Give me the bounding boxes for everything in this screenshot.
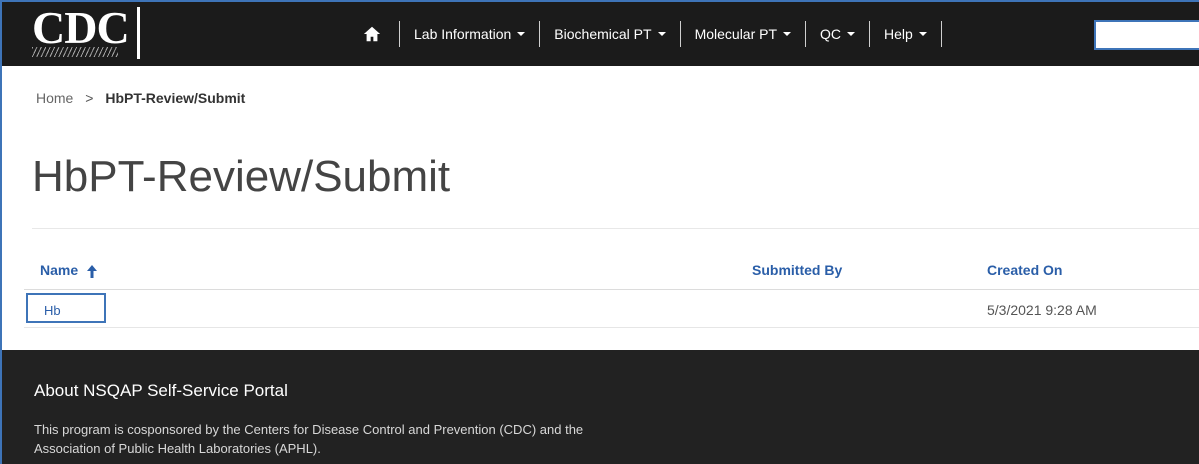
nav-divider (679, 21, 681, 47)
table-row-divider (24, 327, 1199, 328)
footer-description: This program is cosponsored by the Cente… (34, 422, 584, 456)
nav-divider (539, 21, 541, 47)
nav-label: Molecular PT (694, 26, 778, 42)
top-navbar: CDC Lab Information Biochemical PT Molec… (2, 2, 1199, 66)
nav-label: Biochemical PT (554, 26, 652, 42)
caret-down-icon (517, 32, 526, 36)
footer: About NSQAP Self-Service Portal This pro… (2, 350, 1199, 464)
nav-biochemical-pt[interactable]: Biochemical PT (554, 26, 666, 42)
page-title: HbPT-Review/Submit (32, 152, 451, 201)
breadcrumb: Home > HbPT-Review/Submit (36, 90, 245, 106)
column-header-label: Created On (987, 262, 1063, 278)
breadcrumb-separator: > (85, 90, 94, 106)
column-header-name[interactable]: Name (40, 262, 98, 278)
nav-label: Help (884, 26, 913, 42)
row-created-on: 5/3/2021 9:28 AM (987, 302, 1097, 318)
row-name-link[interactable]: Hb (26, 293, 106, 323)
breadcrumb-home-link[interactable]: Home (36, 90, 73, 106)
caret-down-icon (918, 32, 927, 36)
nav-lab-information[interactable]: Lab Information (414, 26, 526, 42)
caret-down-icon (657, 32, 666, 36)
table-header-divider (24, 289, 1199, 290)
nav-label: QC (820, 26, 842, 42)
logo-stripes (32, 47, 118, 57)
column-header-label: Name (40, 262, 79, 278)
caret-down-icon (783, 32, 792, 36)
nav-help[interactable]: Help (884, 26, 927, 42)
nav-divider (399, 21, 400, 47)
page-frame: CDC Lab Information Biochemical PT Molec… (0, 0, 1199, 464)
nav-divider (869, 21, 871, 47)
title-divider (32, 228, 1199, 229)
nav-divider (940, 21, 942, 47)
home-icon (363, 26, 381, 42)
nav-menu: Lab Information Biochemical PT Molecular… (359, 2, 956, 66)
sort-ascending-icon (87, 264, 98, 278)
caret-down-icon (847, 32, 856, 36)
breadcrumb-current: HbPT-Review/Submit (105, 90, 246, 106)
column-header-label: Submitted By (752, 262, 843, 278)
footer-title: About NSQAP Self-Service Portal (34, 381, 288, 400)
search-input[interactable] (1094, 20, 1199, 50)
home-link[interactable] (359, 25, 385, 43)
cdc-logo[interactable]: CDC (16, 2, 140, 59)
column-header-submitted-by[interactable]: Submitted By (752, 262, 842, 278)
column-header-created-on[interactable]: Created On (987, 262, 1062, 278)
nav-molecular-pt[interactable]: Molecular PT (694, 26, 792, 42)
nav-divider (805, 21, 807, 47)
nav-qc[interactable]: QC (820, 26, 856, 42)
nav-label: Lab Information (414, 26, 512, 42)
